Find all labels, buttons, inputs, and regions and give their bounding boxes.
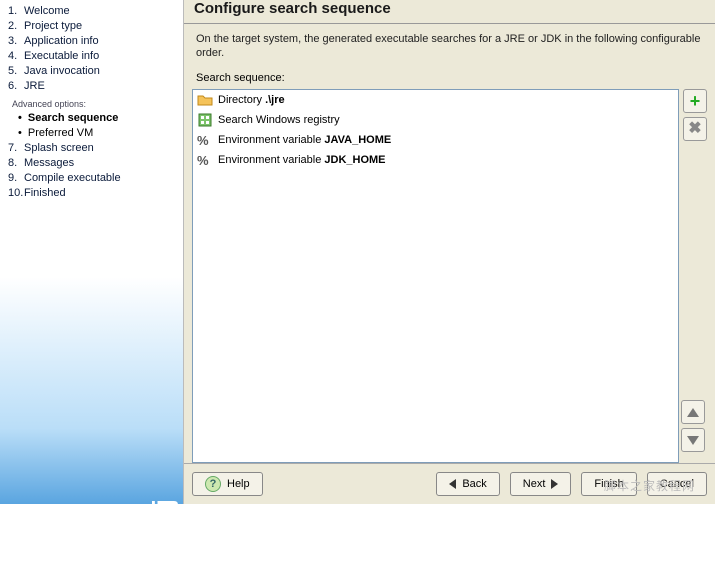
finish-button[interactable]: Finish	[581, 472, 636, 496]
step-java-invocation[interactable]: 5.Java invocation	[8, 64, 183, 79]
registry-icon	[197, 112, 213, 128]
list-item[interactable]: % Environment variable JDK_HOME	[193, 150, 678, 170]
page-title: Configure search sequence	[184, 0, 715, 24]
step-welcome[interactable]: 1.Welcome	[8, 4, 183, 19]
svg-text:%: %	[197, 133, 209, 148]
svg-text:%: %	[197, 153, 209, 168]
folder-icon	[197, 92, 213, 108]
sidebar: 1.Welcome 2.Project type 3.Application i…	[0, 0, 184, 504]
envvar-icon: %	[197, 152, 213, 168]
adv-preferred-vm[interactable]: Preferred VM	[18, 126, 183, 141]
step-finished[interactable]: 10.Finished	[8, 186, 183, 201]
search-sequence-label: Search sequence:	[184, 72, 715, 89]
arrow-right-icon	[551, 479, 558, 489]
list-item[interactable]: Search Windows registry	[193, 110, 678, 130]
page-description: On the target system, the generated exec…	[184, 24, 715, 72]
step-project-type[interactable]: 2.Project type	[8, 19, 183, 34]
arrow-down-icon	[687, 436, 699, 445]
arrow-up-icon	[687, 408, 699, 417]
plus-icon: +	[690, 92, 701, 110]
advanced-options-header: Advanced options:	[12, 99, 183, 109]
envvar-icon: %	[197, 132, 213, 148]
search-sequence-list[interactable]: Directory .\jre Search Windows registry …	[192, 89, 679, 463]
list-item[interactable]: Directory .\jre	[193, 90, 678, 110]
step-application-info[interactable]: 3.Application info	[8, 34, 183, 49]
move-down-button[interactable]	[681, 428, 705, 452]
add-button[interactable]: +	[683, 89, 707, 113]
remove-button[interactable]: ✖	[683, 117, 707, 141]
step-splash-screen[interactable]: 7.Splash screen	[8, 141, 183, 156]
step-jre[interactable]: 6.JRE	[8, 79, 183, 94]
main-panel: Configure search sequence On the target …	[184, 0, 715, 504]
back-button[interactable]: Back	[436, 472, 499, 496]
move-up-button[interactable]	[681, 400, 705, 424]
list-item[interactable]: % Environment variable JAVA_HOME	[193, 130, 678, 150]
exe4j-logo: exe4j	[147, 498, 179, 573]
cancel-button[interactable]: Cancel	[647, 472, 707, 496]
x-icon: ✖	[688, 121, 701, 137]
arrow-left-icon	[449, 479, 456, 489]
help-icon: ?	[205, 476, 221, 492]
adv-search-sequence[interactable]: Search sequence	[18, 111, 183, 126]
next-button[interactable]: Next	[510, 472, 572, 496]
help-button[interactable]: ? Help	[192, 472, 263, 496]
step-messages[interactable]: 8.Messages	[8, 156, 183, 171]
step-compile-executable[interactable]: 9.Compile executable	[8, 171, 183, 186]
footer: ? Help Back Next Finish Cancel	[184, 463, 715, 504]
step-executable-info[interactable]: 4.Executable info	[8, 49, 183, 64]
